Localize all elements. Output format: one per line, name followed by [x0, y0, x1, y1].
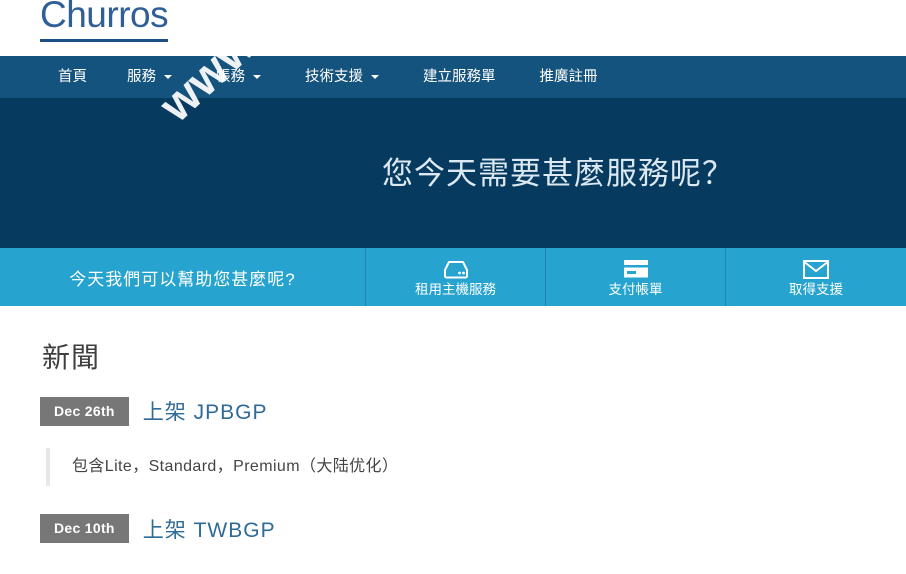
nav-item-billing[interactable]: 帳務	[206, 64, 271, 91]
site-logo[interactable]: Churros	[40, 0, 169, 43]
action-bar: 今天我們可以幫助您甚麼呢? 租用主機服務 支付帳單 取得支援	[0, 248, 906, 306]
nav-item-label: 技術支援	[305, 68, 363, 85]
nav-item-label: 首頁	[58, 68, 87, 85]
news-item-header: Dec 26th 上架 JPBGP	[40, 396, 866, 426]
action-button-label: 租用主機服務	[415, 281, 496, 297]
action-button-order-hosting[interactable]: 租用主機服務	[366, 248, 546, 306]
hero-title: 您今天需要甚麼服務呢？	[382, 156, 734, 191]
action-button-get-support[interactable]: 取得支援	[726, 248, 906, 306]
nav-item-home[interactable]: 首頁	[48, 64, 97, 91]
nav-item-support[interactable]: 技術支援	[295, 64, 389, 91]
chevron-down-icon	[371, 75, 379, 79]
news-item-header: Dec 10th 上架 TWBGP	[40, 514, 866, 544]
hero-banner: 您今天需要甚麼服務呢？	[0, 98, 906, 248]
news-title-link[interactable]: 上架 JPBGP	[143, 396, 268, 426]
news-section: 新聞 Dec 26th 上架 JPBGP 包含Lite，Standard，Pre…	[0, 306, 906, 544]
action-button-label: 取得支援	[789, 281, 843, 297]
news-title-link[interactable]: 上架 TWBGP	[143, 514, 276, 544]
nav-item-services[interactable]: 服務	[117, 64, 182, 91]
nav-item-label: 建立服務單	[423, 68, 496, 85]
news-item: Dec 26th 上架 JPBGP 包含Lite，Standard，Premiu…	[40, 396, 866, 486]
chevron-down-icon	[253, 75, 261, 79]
nav-item-open-ticket[interactable]: 建立服務單	[413, 64, 506, 91]
envelope-icon	[802, 258, 830, 280]
nav-item-label: 服務	[127, 68, 156, 85]
news-item: Dec 10th 上架 TWBGP	[40, 514, 866, 544]
nav-item-label: 帳務	[216, 68, 245, 85]
site-header: Churros	[0, 0, 906, 56]
main-navigation: 首頁 服務 帳務 技術支援 建立服務單 推廣註冊	[0, 56, 906, 98]
action-button-label: 支付帳單	[608, 281, 663, 297]
server-icon	[442, 258, 470, 280]
news-heading: 新聞	[42, 342, 101, 373]
nav-item-affiliate[interactable]: 推廣註冊	[530, 64, 608, 91]
credit-card-icon	[623, 258, 649, 280]
action-bar-tagline: 今天我們可以幫助您甚麼呢?	[0, 248, 366, 306]
page-root: Churros 首頁 服務 帳務 技術支援 建立服務單 推廣註冊 您今天需要甚麼…	[0, 0, 906, 574]
action-button-pay-bill[interactable]: 支付帳單	[546, 248, 726, 306]
news-body: 包含Lite，Standard，Premium（大陆优化）	[46, 448, 866, 486]
nav-item-label: 推廣註冊	[539, 68, 598, 85]
news-date-badge: Dec 26th	[40, 396, 129, 426]
news-date-badge: Dec 10th	[40, 514, 129, 544]
chevron-down-icon	[164, 75, 172, 79]
